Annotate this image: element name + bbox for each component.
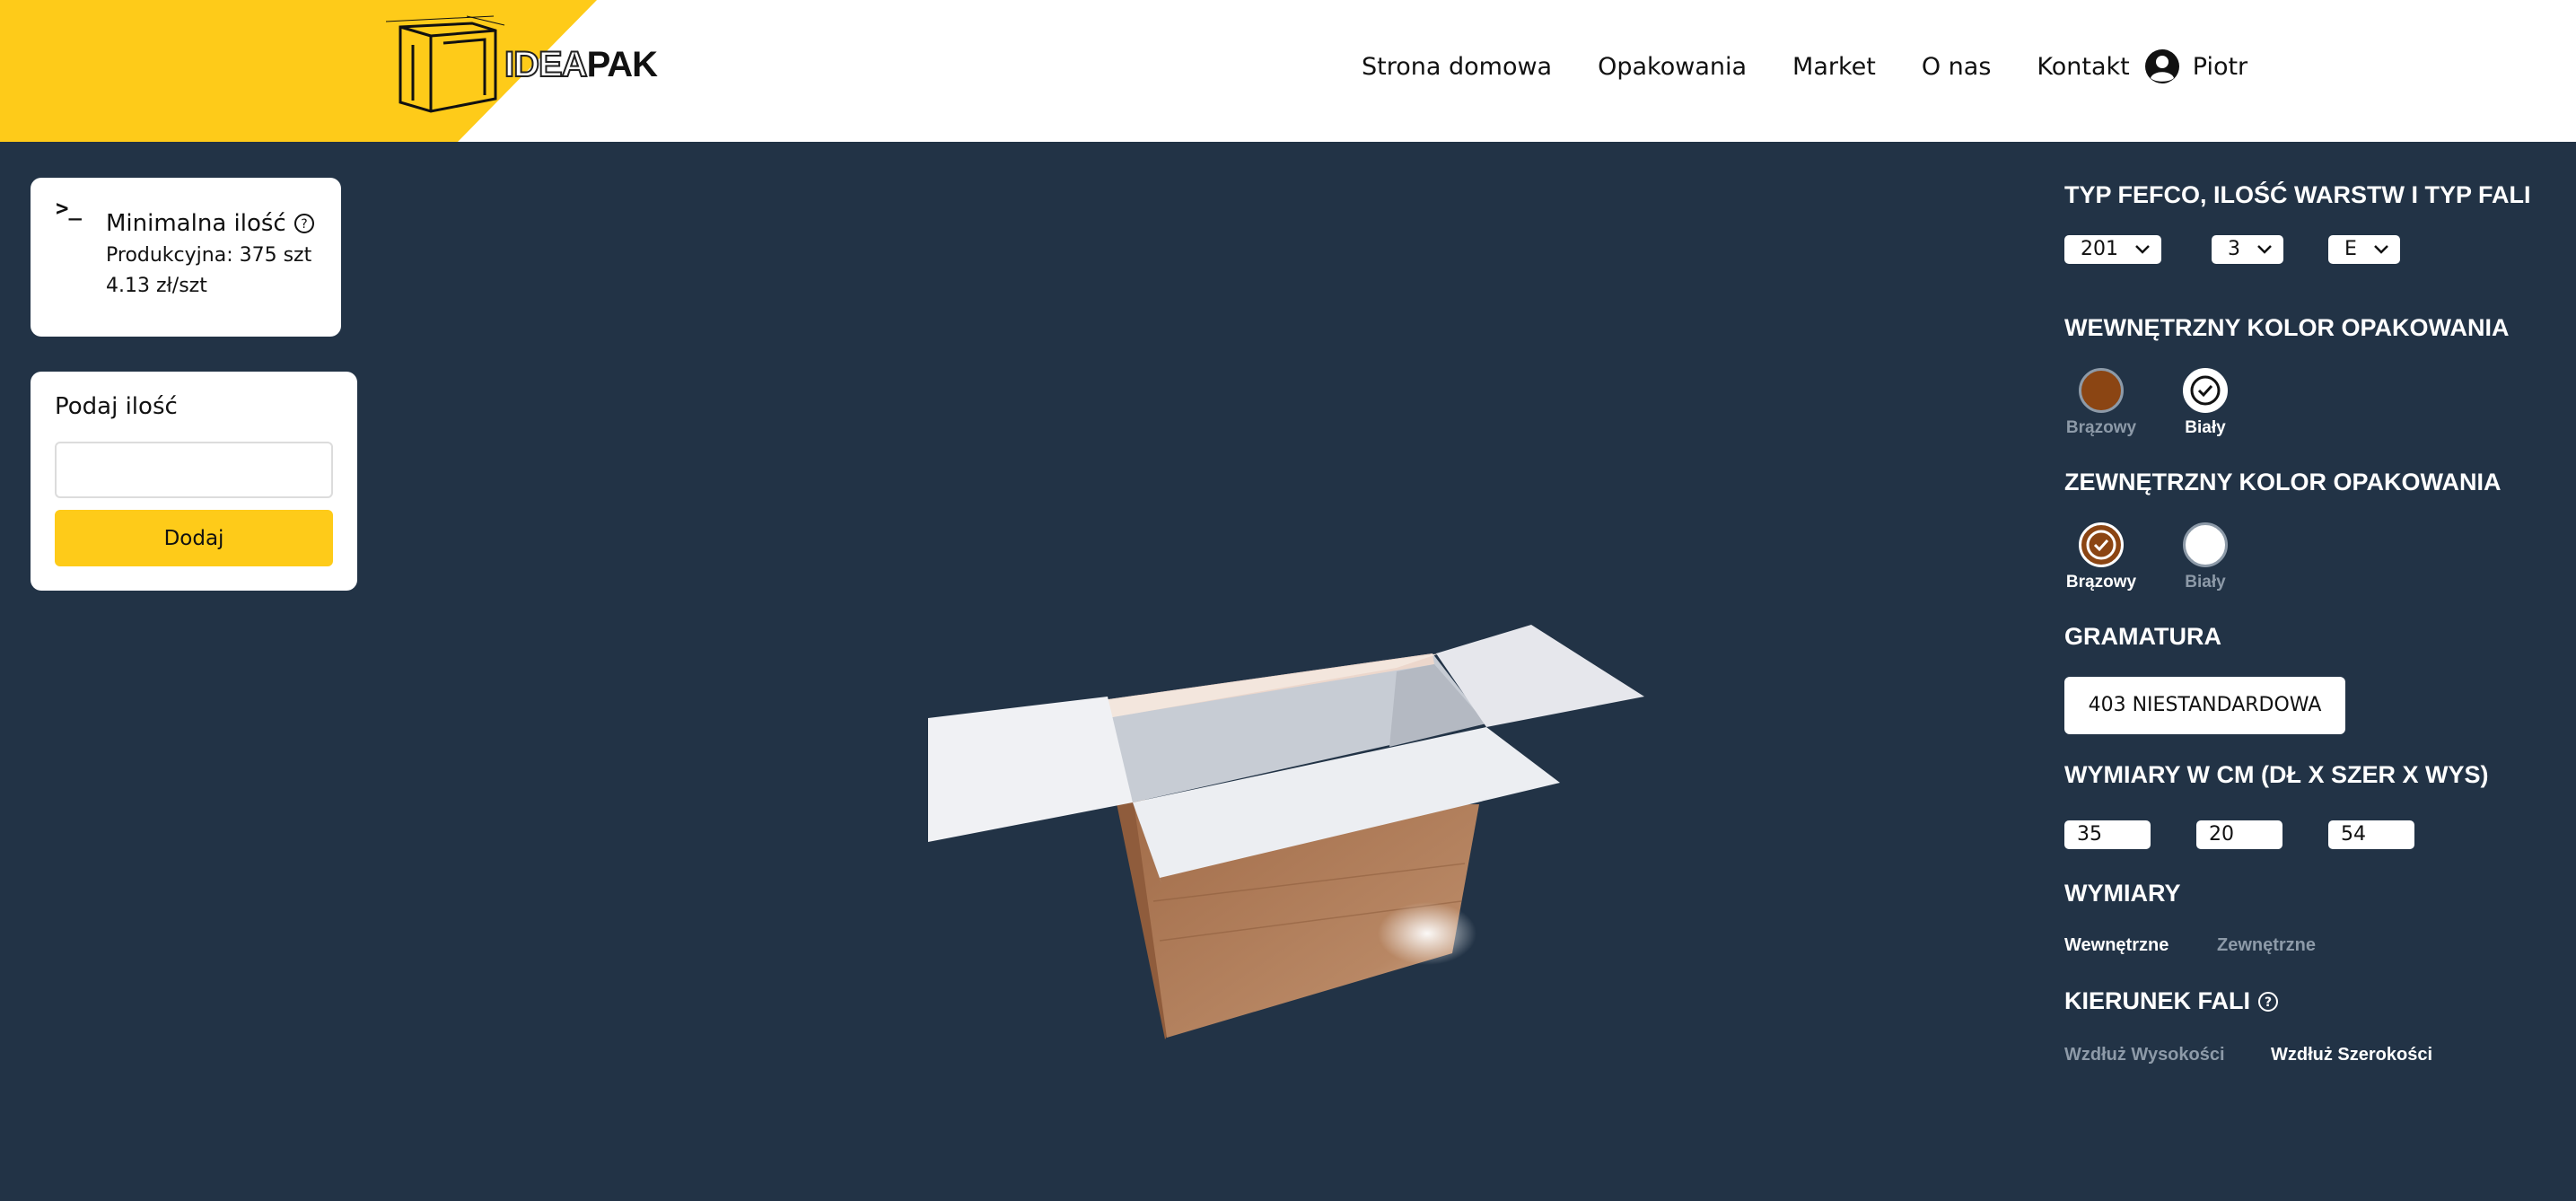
logo-wordmark[interactable]: IDEAPAK — [504, 44, 658, 85]
dim-type-title: WYMIARY — [2064, 880, 2181, 907]
chevron-down-icon — [2135, 245, 2150, 254]
box-3d-preview[interactable] — [898, 610, 1687, 1059]
nav-link-about[interactable]: O nas — [1922, 53, 1992, 81]
svg-text:?: ? — [301, 217, 307, 232]
box-flap-left — [928, 697, 1133, 842]
min-quantity-title: Minimalna ilość ? — [106, 210, 315, 237]
add-button[interactable]: Dodaj — [55, 510, 333, 566]
layers-select[interactable]: 3 — [2212, 235, 2283, 264]
min-quantity-card: >_ Minimalna ilość ? Produkcyjna: 375 sz… — [31, 178, 341, 337]
dimensions-title: WYMIARY W CM (DŁ X SZER X WYS) — [2064, 761, 2489, 788]
min-quantity-title-text: Minimalna ilość — [106, 210, 286, 237]
wave-dir-width[interactable]: Wzdłuż Szerokości — [2271, 1045, 2432, 1065]
inner-color-brown-label: Brązowy — [2065, 418, 2137, 437]
quantity-label: Podaj ilość — [55, 393, 178, 420]
logo-part-idea: IDEA — [504, 44, 589, 85]
inner-color-brown-swatch[interactable] — [2079, 368, 2124, 413]
chevron-down-icon — [2374, 245, 2388, 254]
fefco-select-value: 201 — [2081, 238, 2118, 260]
help-icon[interactable]: ? — [294, 213, 315, 234]
nav-link-market[interactable]: Market — [1792, 53, 1876, 81]
dim-type-inner[interactable]: Wewnętrzne — [2064, 935, 2169, 956]
user-menu[interactable]: Piotr — [2144, 48, 2247, 84]
quantity-card: Podaj ilość Dodaj — [31, 372, 357, 591]
wave-select[interactable]: E — [2328, 235, 2400, 264]
help-icon[interactable]: ? — [2257, 991, 2279, 1013]
top-header: IDEAPAK Strona domowa Opakowania Market … — [0, 0, 2576, 142]
production-quantity: Produkcyjna: 375 szt — [106, 244, 312, 267]
wave-dir-title-text: KIERUNEK FALI — [2064, 987, 2251, 1014]
inner-color-white-swatch[interactable] — [2183, 368, 2228, 413]
user-name: Piotr — [2192, 52, 2248, 81]
width-input[interactable]: 20 — [2196, 820, 2282, 849]
inner-color-title: WEWNĘTRZNY KOLOR OPAKOWANIA — [2064, 314, 2510, 341]
outer-color-brown-label: Brązowy — [2065, 573, 2137, 592]
grammage-option[interactable]: 403 NIESTANDARDOWA — [2064, 677, 2345, 734]
svg-text:?: ? — [2265, 995, 2272, 1010]
main-nav: Strona domowa Opakowania Market O nas Ko… — [1362, 48, 2247, 84]
nav-link-contact[interactable]: Kontakt — [2037, 53, 2129, 81]
length-input[interactable]: 35 — [2064, 820, 2151, 849]
quantity-input[interactable] — [55, 442, 333, 498]
outer-color-white-label: Biały — [2185, 573, 2226, 592]
outer-color-white-swatch[interactable] — [2183, 522, 2228, 567]
outer-color-title: ZEWNĘTRZNY KOLOR OPAKOWANIA — [2064, 469, 2502, 495]
chevron-down-icon — [2257, 245, 2272, 254]
nav-link-packaging[interactable]: Opakowania — [1598, 53, 1747, 81]
wave-select-value: E — [2344, 238, 2357, 260]
inner-color-white-label: Biały — [2185, 418, 2226, 437]
outer-color-brown-swatch[interactable] — [2079, 522, 2124, 567]
user-avatar-icon — [2144, 49, 2179, 83]
wave-dir-height[interactable]: Wzdłuż Wysokości — [2064, 1045, 2225, 1065]
wave-dir-title: KIERUNEK FALI ? — [2064, 987, 2279, 1015]
dim-type-outer[interactable]: Zewnętrzne — [2217, 935, 2316, 956]
nav-link-home[interactable]: Strona domowa — [1362, 53, 1552, 81]
terminal-icon: >_ — [56, 196, 82, 221]
check-circle-icon — [2086, 530, 2116, 560]
logo-part-pak: PAK — [586, 45, 658, 84]
grammage-title: GRAMATURA — [2064, 623, 2221, 650]
height-input[interactable]: 54 — [2328, 820, 2414, 849]
unit-price: 4.13 zł/szt — [106, 275, 207, 297]
fefco-select[interactable]: 201 — [2064, 235, 2161, 264]
fefco-title: TYP FEFCO, ILOŚĆ WARSTW I TYP FALI — [2064, 181, 2531, 208]
check-circle-icon — [2190, 375, 2221, 406]
layers-select-value: 3 — [2228, 238, 2240, 260]
